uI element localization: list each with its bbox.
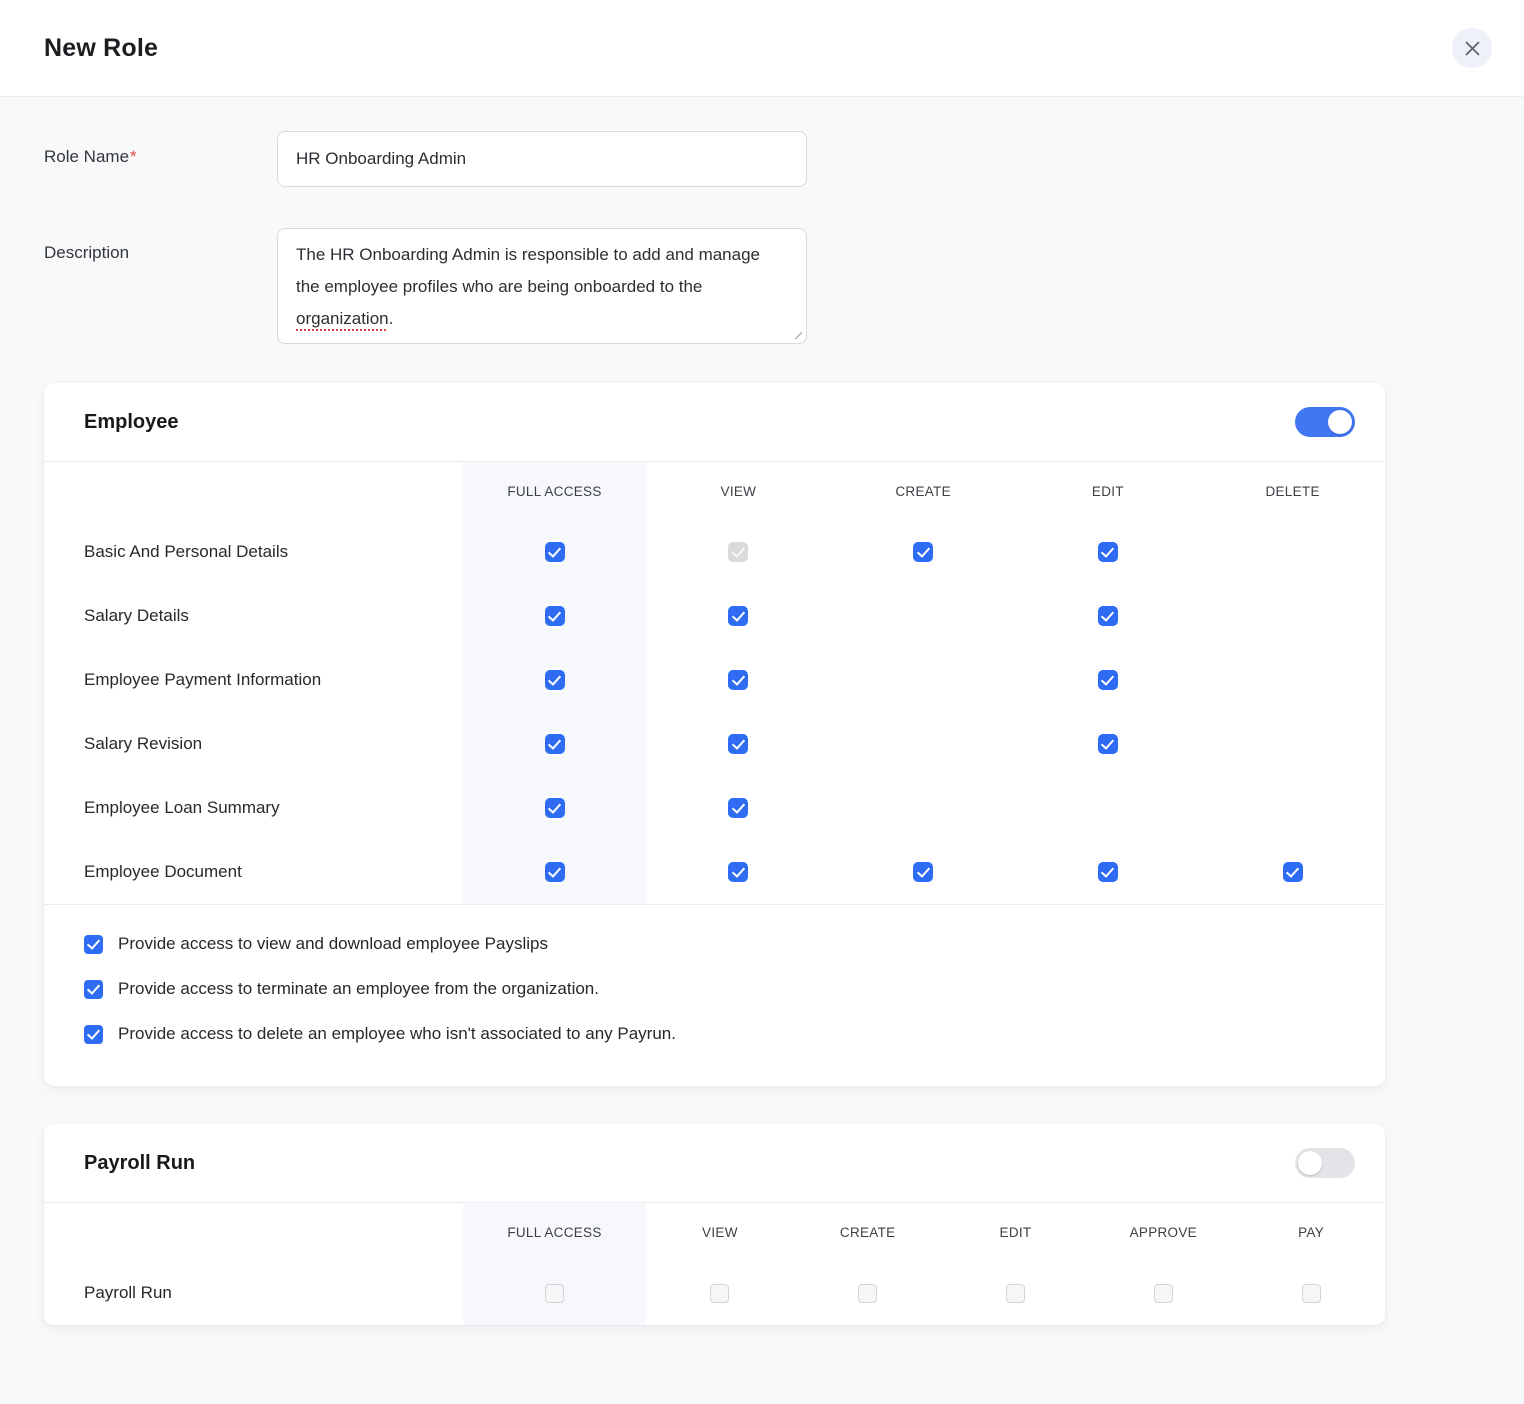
- checkbox-checked[interactable]: [84, 980, 103, 999]
- table-row: Payroll Run: [44, 1261, 1385, 1325]
- permission-table-header: FULL ACCESSVIEWCREATEEDITAPPROVEPAY: [44, 1203, 1385, 1261]
- dialog-header: New Role: [0, 0, 1524, 97]
- permission-table-body: Payroll Run: [44, 1261, 1385, 1325]
- checkbox-checked[interactable]: [545, 670, 565, 690]
- section-title: Payroll Run: [84, 1152, 195, 1175]
- checkbox-checked[interactable]: [545, 606, 565, 626]
- checkbox-unchecked[interactable]: [710, 1284, 729, 1303]
- extra-options-list: Provide access to view and download empl…: [44, 905, 1385, 1086]
- close-button[interactable]: [1452, 28, 1492, 68]
- description-textarea[interactable]: The HR Onboarding Admin is responsible t…: [277, 228, 807, 344]
- column-header-full-access: FULL ACCESS: [463, 462, 646, 520]
- option-label: Provide access to terminate an employee …: [118, 979, 599, 999]
- checkbox-checked[interactable]: [728, 862, 748, 882]
- option-row[interactable]: Provide access to delete an employee who…: [84, 1024, 1345, 1044]
- column-header-create: CREATE: [794, 1203, 942, 1261]
- row-label: Payroll Run: [44, 1283, 463, 1303]
- table-row: Employee Document: [44, 840, 1385, 904]
- checkbox-unchecked[interactable]: [858, 1284, 877, 1303]
- table-row: Employee Loan Summary: [44, 776, 1385, 840]
- column-header-pay: PAY: [1237, 1203, 1385, 1261]
- role-name-input[interactable]: [277, 131, 807, 187]
- column-header-full-access: FULL ACCESS: [463, 1203, 646, 1261]
- checkbox-checked[interactable]: [84, 935, 103, 954]
- option-row[interactable]: Provide access to view and download empl…: [84, 934, 1345, 954]
- required-asterisk: *: [130, 147, 137, 166]
- permission-table-header: FULL ACCESSVIEWCREATEEDITDELETE: [44, 462, 1385, 520]
- checkbox-checked[interactable]: [913, 862, 933, 882]
- checkbox-checked[interactable]: [1098, 734, 1118, 754]
- section-card-payroll-run: Payroll Run FULL ACCESSVIEWCREATEEDITAPP…: [44, 1124, 1385, 1325]
- checkbox-checked[interactable]: [84, 1025, 103, 1044]
- checkbox-checked[interactable]: [913, 542, 933, 562]
- row-label: Salary Revision: [44, 734, 463, 754]
- column-header-create: CREATE: [831, 462, 1016, 520]
- row-label: Employee Loan Summary: [44, 798, 463, 818]
- column-header-approve: APPROVE: [1089, 1203, 1237, 1261]
- table-row: Employee Payment Information: [44, 648, 1385, 712]
- resize-handle-icon[interactable]: [791, 328, 802, 339]
- misspelled-word: organization: [296, 309, 389, 328]
- role-name-label: Role Name*: [44, 131, 277, 187]
- checkbox-checked[interactable]: [728, 670, 748, 690]
- checkbox-unchecked[interactable]: [545, 1284, 564, 1303]
- checkbox-checked[interactable]: [728, 606, 748, 626]
- table-row: Basic And Personal Details: [44, 520, 1385, 584]
- close-icon: [1464, 40, 1481, 57]
- section-title: Employee: [84, 411, 178, 434]
- description-label: Description: [44, 228, 277, 344]
- column-header-edit: EDIT: [1016, 462, 1201, 520]
- option-row[interactable]: Provide access to terminate an employee …: [84, 979, 1345, 999]
- checkbox-checked[interactable]: [545, 542, 565, 562]
- permission-table-body: Basic And Personal Details Salary Details…: [44, 520, 1385, 904]
- row-label: Salary Details: [44, 606, 463, 626]
- checkbox-checked[interactable]: [1098, 862, 1118, 882]
- row-label: Employee Document: [44, 862, 463, 882]
- checkbox-checked[interactable]: [1098, 606, 1118, 626]
- section-card-employee: Employee FULL ACCESSVIEWCREATEEDITDELETE…: [44, 383, 1385, 1086]
- checkbox-checked[interactable]: [545, 798, 565, 818]
- table-row: Salary Details: [44, 584, 1385, 648]
- checkbox-unchecked[interactable]: [1154, 1284, 1173, 1303]
- checkbox-checked[interactable]: [728, 798, 748, 818]
- option-label: Provide access to delete an employee who…: [118, 1024, 676, 1044]
- page-title: New Role: [44, 34, 158, 63]
- column-header-delete: DELETE: [1200, 462, 1385, 520]
- toggle-knob: [1328, 410, 1352, 434]
- employee-section-toggle[interactable]: [1295, 407, 1355, 437]
- checkbox-checked[interactable]: [728, 734, 748, 754]
- checkbox-checked[interactable]: [545, 862, 565, 882]
- checkbox-unchecked[interactable]: [1302, 1284, 1321, 1303]
- payroll-run-section-toggle[interactable]: [1295, 1148, 1355, 1178]
- checkbox-checked[interactable]: [1283, 862, 1303, 882]
- checkbox-checked[interactable]: [545, 734, 565, 754]
- role-form: Role Name* Description The HR Onboarding…: [0, 97, 1524, 344]
- row-label: Employee Payment Information: [44, 670, 463, 690]
- checkbox-checked[interactable]: [1098, 542, 1118, 562]
- option-label: Provide access to view and download empl…: [118, 934, 548, 954]
- description-text: The HR Onboarding Admin is responsible t…: [296, 245, 760, 328]
- checkbox-checked[interactable]: [1098, 670, 1118, 690]
- table-row: Salary Revision: [44, 712, 1385, 776]
- row-label: Basic And Personal Details: [44, 542, 463, 562]
- column-header-view: VIEW: [646, 462, 831, 520]
- column-header-view: VIEW: [646, 1203, 794, 1261]
- toggle-knob: [1298, 1151, 1322, 1175]
- column-header-edit: EDIT: [942, 1203, 1090, 1261]
- checkbox-checked-disabled: [728, 542, 748, 562]
- checkbox-unchecked[interactable]: [1006, 1284, 1025, 1303]
